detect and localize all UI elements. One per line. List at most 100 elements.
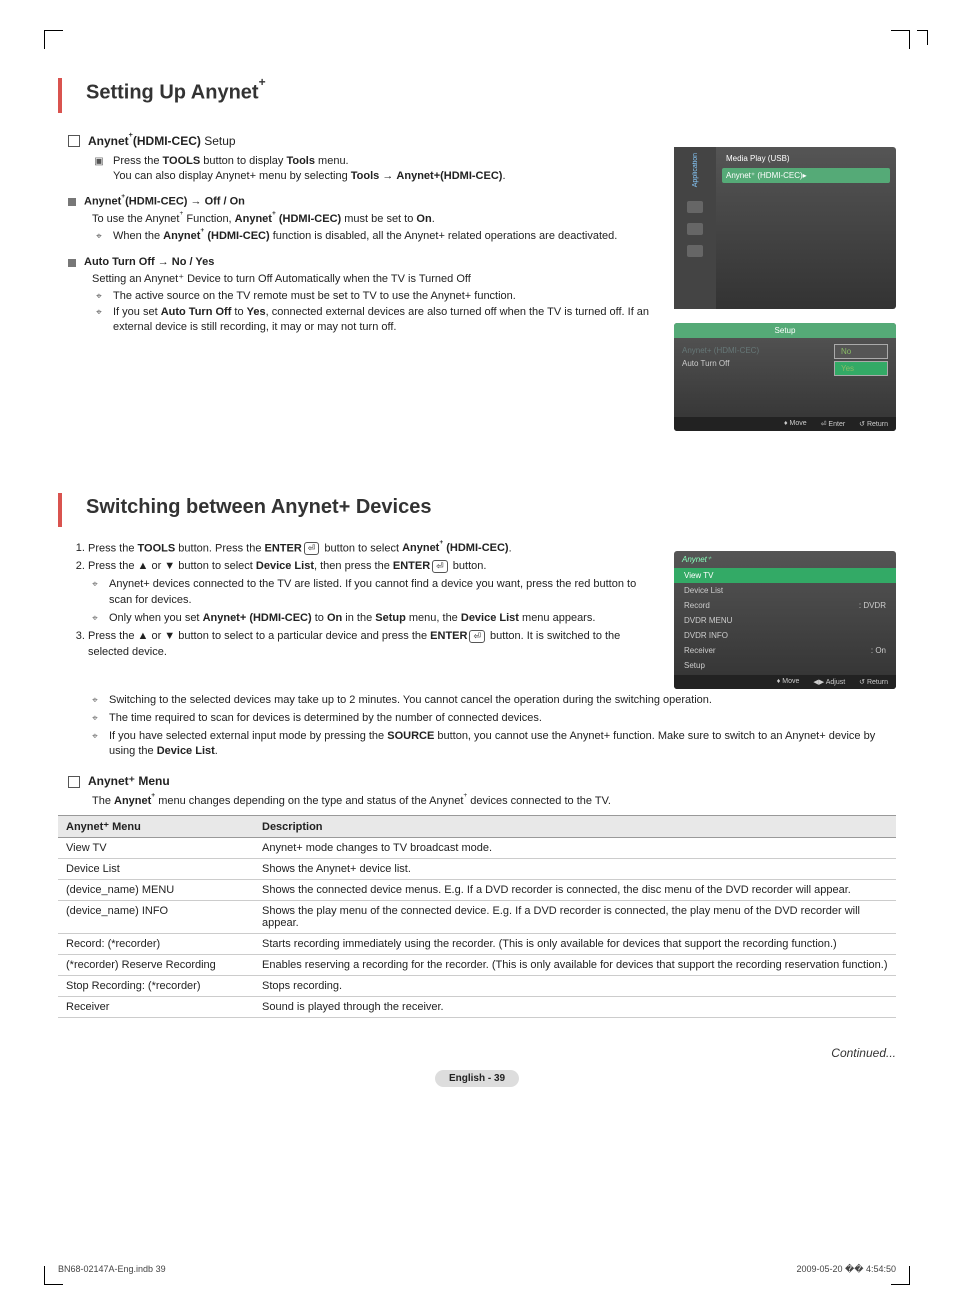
notes: ⌖Switching to the selected devices may t… (88, 693, 896, 761)
table-cell-menu: Device List (58, 859, 254, 880)
option-no: No (834, 344, 888, 359)
step-1: Press the TOOLS button. Press the ENTER⏎… (88, 541, 658, 558)
note-icon: ⌖ (88, 612, 102, 627)
menu-item: Record: DVDR (674, 598, 896, 613)
crop-mark (44, 30, 63, 49)
menu-item: Device List (674, 583, 896, 598)
section-title: Setting Up Anynet+ (58, 78, 896, 113)
footer-timestamp: 2009-05-20 �� 4:54:50 (796, 1264, 896, 1275)
bullet-heading: Auto Turn Off → No / Yes (68, 256, 658, 268)
step-2: Press the ▲ or ▼ button to select Device… (88, 559, 658, 627)
checkbox-icon (68, 135, 80, 147)
menu-item: Auto Turn Off (682, 357, 826, 370)
menu-item: Media Play (USB) (722, 151, 890, 166)
table-cell-desc: Starts recording immediately using the r… (254, 934, 896, 955)
numbered-steps: Press the TOOLS button. Press the ENTER⏎… (88, 541, 658, 661)
note-icon: ⌖ (92, 290, 106, 304)
table-cell-desc: Enables reserving a recording for the re… (254, 955, 896, 976)
hint-adjust: ◀▶ Adjust (813, 678, 845, 686)
table-cell-menu: (device_name) MENU (58, 880, 254, 901)
crop-mark (917, 30, 928, 45)
table-row: (*recorder) Reserve RecordingEnables res… (58, 955, 896, 976)
square-bullet-icon (68, 198, 76, 206)
print-footer: BN68-02147A-Eng.indb 39 2009-05-20 �� 4:… (58, 1264, 896, 1275)
table-row: View TVAnynet+ mode changes to TV broadc… (58, 838, 896, 859)
table-cell-menu: Receiver (58, 997, 254, 1018)
table-header-desc: Description (254, 816, 896, 838)
table-row: (device_name) MENUShows the connected de… (58, 880, 896, 901)
tv-screenshot-application-menu: Application Media Play (USB) Anynet⁺ (HD… (674, 147, 896, 309)
tools-icon: ▣ (92, 155, 106, 184)
section-title: Switching between Anynet+ Devices (58, 493, 896, 527)
menu-item: DVDR MENU (674, 613, 896, 628)
menu-list: View TVDevice ListRecord: DVDRDVDR MENUD… (674, 568, 896, 673)
table-cell-menu: Stop Recording: (*recorder) (58, 976, 254, 997)
table-cell-menu: (device_name) INFO (58, 901, 254, 934)
hint-return: ↺ Return (859, 678, 888, 686)
indent-block: ▣ Press the TOOLS button to display Tool… (92, 154, 658, 184)
body-text: Setting an Anynet⁺ Device to turn Off Au… (92, 272, 658, 335)
sub-heading: Anynet⁺ Menu (68, 774, 896, 788)
sidebar-label: Application (692, 153, 699, 187)
note-icon: ⌖ (92, 230, 106, 244)
table-cell-desc: Shows the play menu of the connected dev… (254, 901, 896, 934)
table-row: Record: (*recorder)Starts recording imme… (58, 934, 896, 955)
page-number: English - 39 (58, 1070, 896, 1087)
sidebar-icon (687, 223, 703, 235)
table-cell-desc: Anynet+ mode changes to TV broadcast mod… (254, 838, 896, 859)
note-icon: ⌖ (92, 306, 106, 335)
menu-title: Anynet⁺ (674, 551, 896, 568)
tv-screenshot-setup-menu: Setup Anynet+ (HDMI-CEC) Auto Turn Off N… (674, 323, 896, 431)
section-switching-devices: Switching between Anynet+ Devices Press … (58, 493, 896, 1088)
step-3: Press the ▲ or ▼ button to select to a p… (88, 629, 658, 661)
manual-page: Setting Up Anynet+ Anynet+(HDMI-CEC) Set… (0, 0, 954, 1315)
body-text: To use the Anynet+ Function, Anynet+ (HD… (92, 212, 658, 244)
enter-icon: ⏎ (304, 542, 320, 555)
square-bullet-icon (68, 259, 76, 267)
option-yes-selected: Yes (834, 361, 888, 376)
crop-mark (891, 30, 910, 49)
hint-move: ♦ Move (784, 420, 807, 428)
sidebar-icon (687, 201, 703, 213)
table-cell-desc: Stops recording. (254, 976, 896, 997)
sub-heading: Anynet+(HDMI-CEC) Setup (68, 133, 658, 148)
table-row: ReceiverSound is played through the rece… (58, 997, 896, 1018)
tv-screenshot-anynet-menu: Anynet⁺ View TVDevice ListRecord: DVDRDV… (674, 551, 896, 689)
table-cell-desc: Shows the Anynet+ device list. (254, 859, 896, 880)
table-row: Device ListShows the Anynet+ device list… (58, 859, 896, 880)
bullet-heading: Anynet+(HDMI-CEC) → Off / On (68, 195, 658, 208)
sidebar-icon (687, 245, 703, 257)
note-icon: ⌖ (88, 730, 102, 761)
footer-bar: ♦ Move ⏎ Enter ↺ Return (674, 417, 896, 431)
hint-return: ↺ Return (859, 420, 888, 428)
enter-icon: ⏎ (469, 630, 485, 643)
table-row: Stop Recording: (*recorder)Stops recordi… (58, 976, 896, 997)
enter-icon: ⏎ (432, 560, 448, 573)
menu-item: Receiver: On (674, 643, 896, 658)
continued-label: Continued... (58, 1046, 896, 1060)
menu-item: Anynet+ (HDMI-CEC) (682, 344, 826, 357)
checkbox-icon (68, 776, 80, 788)
table-cell-menu: View TV (58, 838, 254, 859)
note-icon: ⌖ (88, 694, 102, 709)
table-row: (device_name) INFOShows the play menu of… (58, 901, 896, 934)
table-cell-menu: (*recorder) Reserve Recording (58, 955, 254, 976)
body-text: The Anynet+ menu changes depending on th… (92, 794, 896, 809)
anynet-menu-table: Anynet⁺ Menu Description View TVAnynet+ … (58, 815, 896, 1018)
note-icon: ⌖ (88, 578, 102, 609)
table-cell-desc: Shows the connected device menus. E.g. I… (254, 880, 896, 901)
hint-enter: ⏎ Enter (821, 420, 846, 428)
hint-move: ♦ Move (777, 678, 800, 686)
table-header-menu: Anynet⁺ Menu (58, 816, 254, 838)
menu-item-selected: Anynet⁺ (HDMI-CEC)▸ (722, 168, 890, 183)
section-setting-up-anynet: Setting Up Anynet+ Anynet+(HDMI-CEC) Set… (58, 78, 896, 437)
note-icon: ⌖ (88, 712, 102, 727)
footer-bar: ♦ Move ◀▶ Adjust ↺ Return (674, 675, 896, 689)
table-cell-menu: Record: (*recorder) (58, 934, 254, 955)
table-cell-desc: Sound is played through the receiver. (254, 997, 896, 1018)
menu-item: DVDR INFO (674, 628, 896, 643)
menu-title: Setup (674, 323, 896, 338)
menu-item: View TV (674, 568, 896, 583)
menu-item: Setup (674, 658, 896, 673)
footer-filename: BN68-02147A-Eng.indb 39 (58, 1264, 166, 1275)
